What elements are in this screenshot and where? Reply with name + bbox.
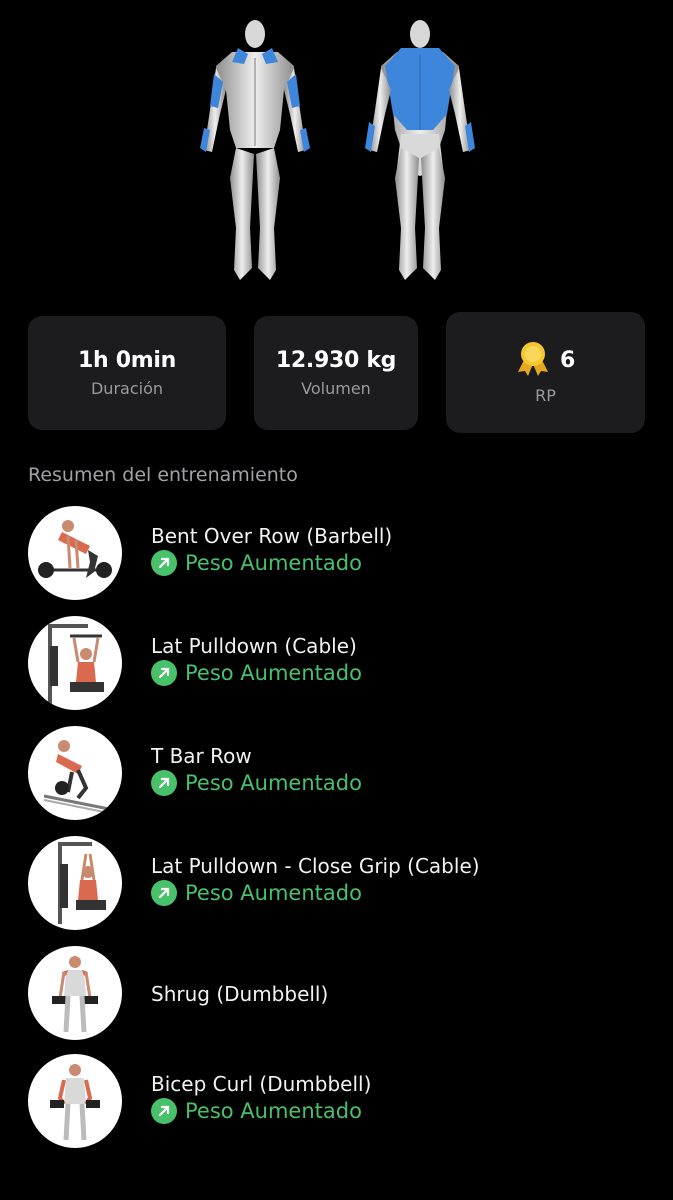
exercise-status-label: Peso Aumentado	[185, 881, 362, 905]
volume-card: 12.930 kg Volumen	[254, 316, 418, 430]
trending-up-arrow-icon	[151, 770, 177, 796]
exercise-name: Bicep Curl (Dumbbell)	[151, 1072, 372, 1096]
exercise-name: Shrug (Dumbbell)	[151, 982, 329, 1006]
exercise-thumbnail	[28, 1054, 122, 1148]
duration-label: Duración	[90, 379, 163, 398]
exercise-name: Lat Pulldown - Close Grip (Cable)	[151, 854, 480, 878]
trending-up-arrow-icon	[151, 660, 177, 686]
volume-value: 12.930 kg	[275, 348, 397, 373]
exercise-item[interactable]: Lat Pulldown (Cable) Peso Aumentado	[28, 616, 648, 712]
exercise-item[interactable]: Bent Over Row (Barbell) Peso Aumentado	[28, 506, 648, 602]
exercise-status-label: Peso Aumentado	[185, 551, 362, 575]
duration-card: 1h 0min Duración	[28, 316, 226, 430]
exercise-thumbnail	[28, 616, 122, 710]
trending-up-arrow-icon	[151, 550, 177, 576]
exercise-item[interactable]: T Bar Row Peso Aumentado	[28, 726, 648, 822]
exercise-status: Peso Aumentado	[151, 770, 362, 796]
records-label: RP	[535, 386, 556, 405]
muscle-map-back	[355, 18, 485, 286]
exercise-name: T Bar Row	[151, 744, 252, 768]
exercise-name: Bent Over Row (Barbell)	[151, 524, 393, 548]
exercise-thumbnail	[28, 726, 122, 820]
records-value: 6	[559, 347, 575, 373]
exercise-thumbnail	[28, 946, 122, 1040]
exercise-status: Peso Aumentado	[151, 880, 362, 906]
records-card[interactable]: 6 RP	[446, 312, 645, 433]
exercise-status: Peso Aumentado	[151, 550, 362, 576]
muscle-map-front	[190, 18, 320, 286]
medal-icon	[516, 340, 550, 380]
exercise-item[interactable]: Lat Pulldown - Close Grip (Cable) Peso A…	[28, 836, 648, 932]
trending-up-arrow-icon	[151, 1098, 177, 1124]
exercise-status-label: Peso Aumentado	[185, 1099, 362, 1123]
exercise-status: Peso Aumentado	[151, 660, 362, 686]
workout-summary-title: Resumen del entrenamiento	[28, 464, 298, 486]
exercise-thumbnail	[28, 506, 122, 600]
exercise-item[interactable]: Bicep Curl (Dumbbell) Peso Aumentado	[28, 1054, 648, 1150]
exercise-name: Lat Pulldown (Cable)	[151, 634, 357, 658]
exercise-status: Peso Aumentado	[151, 1098, 362, 1124]
exercise-status-label: Peso Aumentado	[185, 771, 362, 795]
trending-up-arrow-icon	[151, 880, 177, 906]
exercise-status-label: Peso Aumentado	[185, 661, 362, 685]
volume-label: Volumen	[301, 379, 371, 398]
exercise-thumbnail	[28, 836, 122, 930]
exercise-item[interactable]: Shrug (Dumbbell)	[28, 946, 648, 1042]
duration-value: 1h 0min	[78, 348, 176, 373]
